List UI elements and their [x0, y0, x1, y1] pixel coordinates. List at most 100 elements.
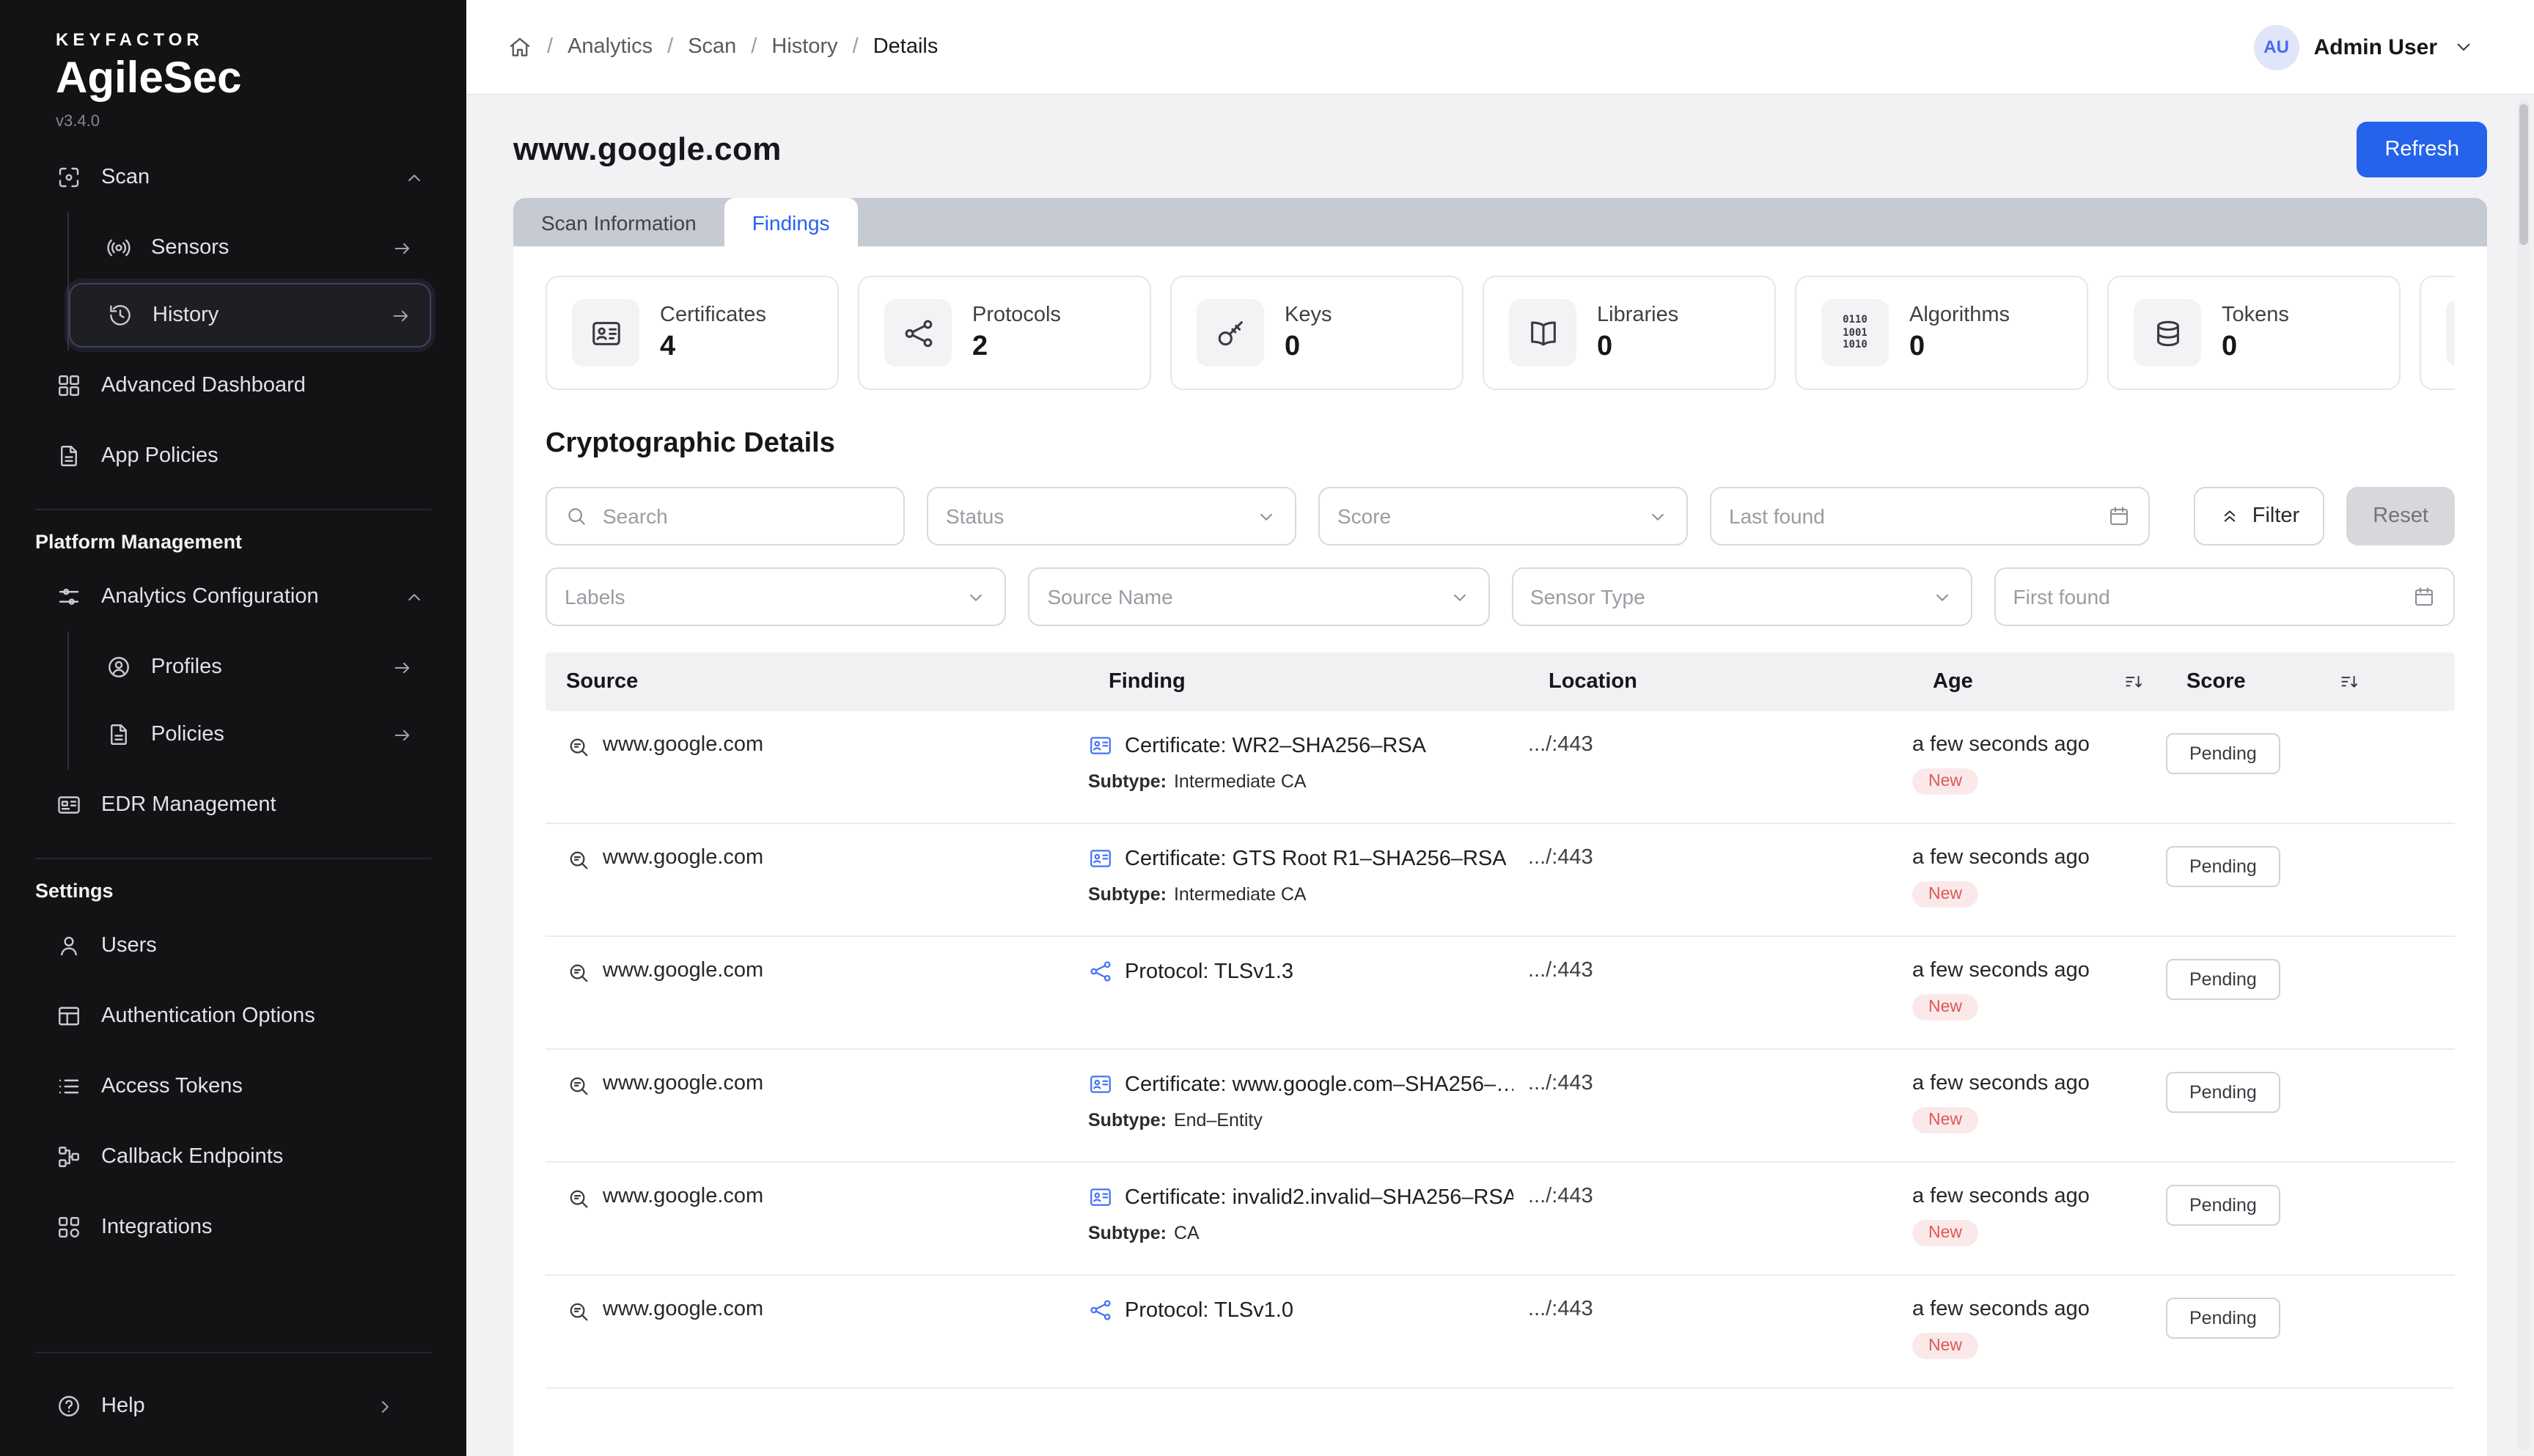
- avatar[interactable]: AU: [2254, 24, 2299, 70]
- help-icon: [56, 1393, 82, 1419]
- table-icon: [56, 1003, 82, 1029]
- table-row[interactable]: www.google.com Certificate: GTS Root R1–…: [546, 824, 2455, 937]
- sidebar-item-analytics-configuration[interactable]: Analytics Configuration: [0, 562, 466, 632]
- column-age[interactable]: Age: [1912, 670, 2166, 694]
- scan-source-icon: [566, 1073, 591, 1098]
- finding-value[interactable]: Certificate: invalid2.invalid–SHA256–RSA: [1125, 1185, 1513, 1209]
- column-location: Location: [1528, 670, 1912, 694]
- last-found-date-input[interactable]: Last found: [1710, 487, 2150, 545]
- sidebar-item-label: Callback Endpoints: [101, 1145, 283, 1169]
- help-block: Help: [0, 1334, 466, 1456]
- breadcrumb-history[interactable]: History: [771, 35, 837, 59]
- card-protocols: Protocols2: [858, 276, 1151, 390]
- sidebar-item-label: Sensors: [151, 236, 229, 260]
- scan-source-icon: [566, 1299, 591, 1324]
- tabstrip: Scan Information Findings: [513, 198, 2487, 246]
- user-menu[interactable]: AU Admin User: [2254, 24, 2475, 70]
- score-chip[interactable]: Pending: [2166, 1185, 2280, 1226]
- chevron-up-icon: [403, 586, 425, 608]
- score-chip[interactable]: Pending: [2166, 733, 2280, 774]
- score-chip[interactable]: Pending: [2166, 846, 2280, 887]
- finding-value[interactable]: Protocol: TLSv1.3: [1125, 960, 1293, 983]
- score-chip[interactable]: Pending: [2166, 1072, 2280, 1113]
- sort-icon[interactable]: [2339, 671, 2361, 693]
- sort-icon[interactable]: [2123, 671, 2145, 693]
- finding-value[interactable]: Certificate: WR2–SHA256–RSA: [1125, 734, 1426, 757]
- source-value: www.google.com: [603, 1298, 763, 1321]
- sidebar-item-app-policies[interactable]: App Policies: [0, 421, 466, 491]
- tab-findings[interactable]: Findings: [724, 198, 858, 246]
- search-input[interactable]: [600, 503, 886, 529]
- score-chip[interactable]: Pending: [2166, 1298, 2280, 1339]
- location-value: .../:443: [1528, 1298, 1593, 1321]
- score-chip[interactable]: Pending: [2166, 959, 2280, 1000]
- tab-scan-information[interactable]: Scan Information: [513, 198, 724, 246]
- column-finding: Finding: [1088, 670, 1528, 694]
- age-value: a few seconds ago: [1912, 846, 2166, 869]
- protocol-icon: [1088, 959, 1113, 984]
- sidebar-item-sensors[interactable]: Sensors: [69, 216, 431, 280]
- source-value: www.google.com: [603, 1185, 763, 1208]
- document-icon: [56, 443, 82, 469]
- labels-select[interactable]: Labels: [546, 567, 1007, 626]
- sidebar-item-help[interactable]: Help: [0, 1371, 466, 1441]
- filter-button[interactable]: Filter: [2194, 487, 2324, 545]
- labels-placeholder: Labels: [565, 585, 625, 608]
- table-row[interactable]: www.google.com Protocol: TLSv1.0 .../:44…: [546, 1276, 2455, 1389]
- status-select[interactable]: Status: [927, 487, 1296, 545]
- column-score[interactable]: Score: [2166, 670, 2455, 694]
- coins-icon: [2134, 299, 2201, 367]
- table-row[interactable]: www.google.com Protocol: TLSv1.3 .../:44…: [546, 937, 2455, 1050]
- sidebar-item-users[interactable]: Users: [0, 911, 466, 981]
- sidebar-item-integrations[interactable]: Integrations: [0, 1192, 466, 1262]
- home-icon[interactable]: [507, 34, 532, 59]
- subtype-value: CA: [1174, 1223, 1200, 1243]
- refresh-button[interactable]: Refresh: [2357, 122, 2487, 177]
- vertical-scrollbar[interactable]: [2518, 100, 2530, 1450]
- table-row[interactable]: www.google.com Certificate: www.google.c…: [546, 1050, 2455, 1163]
- card-icon: [56, 792, 82, 818]
- sidebar-item-history[interactable]: History: [69, 283, 431, 348]
- breadcrumb-separator: /: [853, 35, 859, 59]
- binary-line: 1001: [1843, 327, 1868, 339]
- sensor-type-select[interactable]: Sensor Type: [1511, 567, 1972, 626]
- sheet-body: Certificates4 Protocols2 Keys0 Libr: [513, 246, 2487, 1456]
- scrollbar-thumb[interactable]: [2519, 104, 2528, 245]
- source-name-select[interactable]: Source Name: [1029, 567, 1490, 626]
- finding-value[interactable]: Certificate: www.google.com–SHA256–…: [1125, 1073, 1513, 1096]
- chevron-down-icon: [1647, 505, 1669, 527]
- sidebar-item-edr-management[interactable]: EDR Management: [0, 770, 466, 840]
- age-value: a few seconds ago: [1912, 733, 2166, 757]
- finding-value[interactable]: Protocol: TLSv1.0: [1125, 1298, 1293, 1322]
- scan-source-icon: [566, 960, 591, 985]
- search-input-wrap[interactable]: [546, 487, 905, 545]
- reset-button[interactable]: Reset: [2346, 487, 2455, 545]
- last-found-placeholder: Last found: [1729, 504, 1825, 528]
- age-value: a few seconds ago: [1912, 1185, 2166, 1208]
- score-select[interactable]: Score: [1318, 487, 1688, 545]
- sidebar-item-label: History: [153, 304, 218, 327]
- source-name-placeholder: Source Name: [1048, 585, 1173, 608]
- sidebar-item-callback-endpoints[interactable]: Callback Endpoints: [0, 1122, 466, 1192]
- first-found-date-input[interactable]: First found: [1994, 567, 2456, 626]
- finding-value[interactable]: Certificate: GTS Root R1–SHA256–RSA: [1125, 847, 1507, 870]
- sidebar-item-profiles[interactable]: Profiles: [69, 635, 431, 699]
- card-label: Libraries: [1597, 303, 1678, 326]
- table-row[interactable]: www.google.com Certificate: invalid2.inv…: [546, 1163, 2455, 1276]
- sidebar-item-label: Analytics Configuration: [101, 585, 319, 608]
- sidebar-item-scan[interactable]: Scan: [0, 142, 466, 213]
- status-placeholder: Status: [946, 504, 1004, 528]
- card-value: 0: [2222, 331, 2289, 363]
- sidebar-item-policies[interactable]: Policies: [69, 702, 431, 767]
- user-name: Admin User: [2314, 34, 2437, 59]
- sidebar-item-label: Integrations: [101, 1216, 213, 1239]
- breadcrumb-scan[interactable]: Scan: [688, 35, 736, 59]
- sidebar-item-advanced-dashboard[interactable]: Advanced Dashboard: [0, 350, 466, 421]
- breadcrumb-analytics[interactable]: Analytics: [568, 35, 653, 59]
- table-row[interactable]: www.google.com Certificate: WR2–SHA256–R…: [546, 711, 2455, 824]
- sidebar-item-authentication-options[interactable]: Authentication Options: [0, 981, 466, 1051]
- subtype-label: Subtype:: [1088, 884, 1167, 905]
- sidebar-item-access-tokens[interactable]: Access Tokens: [0, 1051, 466, 1122]
- card-value: 0: [1909, 331, 2010, 363]
- status-badge: New: [1912, 881, 1978, 908]
